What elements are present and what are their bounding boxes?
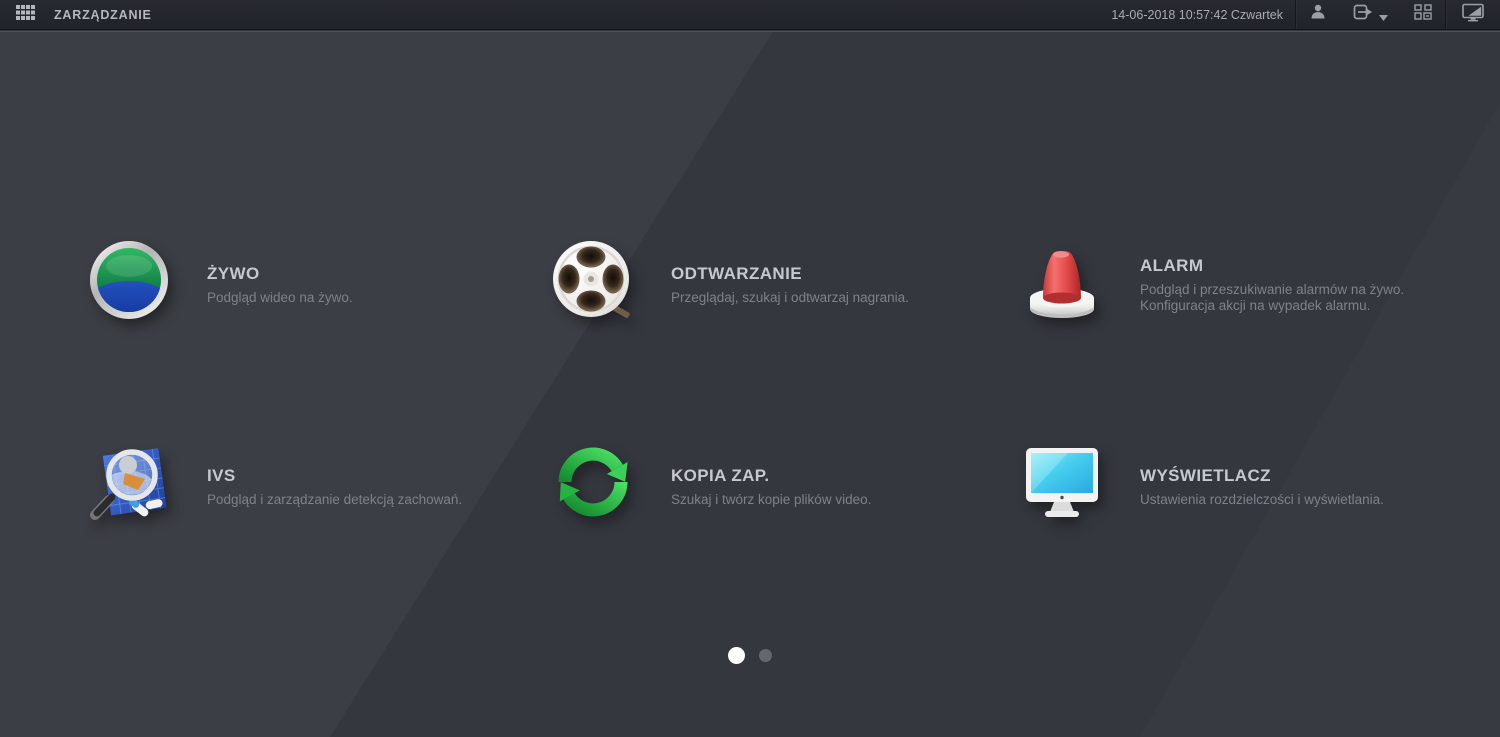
tile-title: ALARM <box>1140 256 1204 275</box>
alarm-siren-icon <box>1020 238 1104 322</box>
tile-desc: Konfiguracja akcji na wypadek alarmu. <box>1140 298 1371 313</box>
background-diagonal <box>1140 103 1500 737</box>
tile-title: IVS <box>207 466 236 485</box>
tile-live[interactable]: ŻYWO Podgląd wideo na żywo. <box>87 238 353 322</box>
tile-display[interactable]: WYŚWIETLACZ Ustawienia rozdzielczości i … <box>1020 440 1384 524</box>
tile-desc: Podgląd i przeszukiwanie alarmów na żywo… <box>1140 282 1405 297</box>
ivs-magnifier-icon <box>87 440 171 524</box>
pagination <box>0 647 1500 664</box>
film-reel-icon <box>551 238 635 322</box>
tile-title: WYŚWIETLACZ <box>1140 466 1271 485</box>
tile-title: ŻYWO <box>207 264 260 283</box>
page-title: ZARZĄDZANIE <box>54 7 152 22</box>
tile-backup[interactable]: KOPIA ZAP. Szukaj i twórz kopie plików v… <box>551 440 871 524</box>
tile-ivs[interactable]: IVS Podgląd i zarządzanie detekcją zacho… <box>87 440 462 524</box>
live-lens-icon <box>87 238 171 322</box>
display-output-button[interactable] <box>1446 0 1500 29</box>
user-button[interactable] <box>1296 0 1340 29</box>
chevron-down-icon <box>1379 8 1388 26</box>
tile-desc: Podgląd i zarządzanie detekcją zachowań. <box>207 492 463 507</box>
menu-grid-button[interactable] <box>13 0 37 29</box>
datetime-display: 14-06-2018 10:57:42 Czwartek <box>1111 7 1283 22</box>
monitor-icon <box>1020 440 1104 524</box>
tile-desc: Przeglądaj, szukaj i odtwarzaj nagrania. <box>671 290 909 305</box>
topbar-left: ZARZĄDZANIE <box>0 0 152 29</box>
page-dot-inactive[interactable] <box>759 649 772 662</box>
logout-icon <box>1353 3 1373 26</box>
background-diagonal <box>0 32 773 737</box>
topbar: ZARZĄDZANIE 14-06-2018 10:57:42 Czwartek <box>0 0 1500 30</box>
tile-desc: Podgląd wideo na żywo. <box>207 290 353 305</box>
grid-icon <box>15 4 35 25</box>
display-monitor-icon <box>1462 3 1484 27</box>
topbar-right: 14-06-2018 10:57:42 Czwartek <box>1111 0 1500 29</box>
user-icon <box>1309 3 1327 26</box>
main-menu-area: ŻYWO Podgląd wideo na żywo. ODTWARZANIE … <box>0 31 1500 737</box>
tile-title: KOPIA ZAP. <box>671 466 770 485</box>
backup-sync-icon <box>551 440 635 524</box>
tile-desc: Ustawienia rozdzielczości i wyświetlania… <box>1140 492 1384 507</box>
page-dot-active[interactable] <box>728 647 745 664</box>
tile-desc: Szukaj i twórz kopie plików video. <box>671 492 872 507</box>
logout-button[interactable] <box>1340 0 1401 29</box>
qr-code-icon <box>1414 4 1432 25</box>
tile-playback[interactable]: ODTWARZANIE Przeglądaj, szukaj i odtwarz… <box>551 238 909 322</box>
tile-title: ODTWARZANIE <box>671 264 802 283</box>
tile-alarm[interactable]: ALARM Podgląd i przeszukiwanie alarmów n… <box>1020 238 1404 322</box>
qr-code-button[interactable] <box>1401 0 1445 29</box>
